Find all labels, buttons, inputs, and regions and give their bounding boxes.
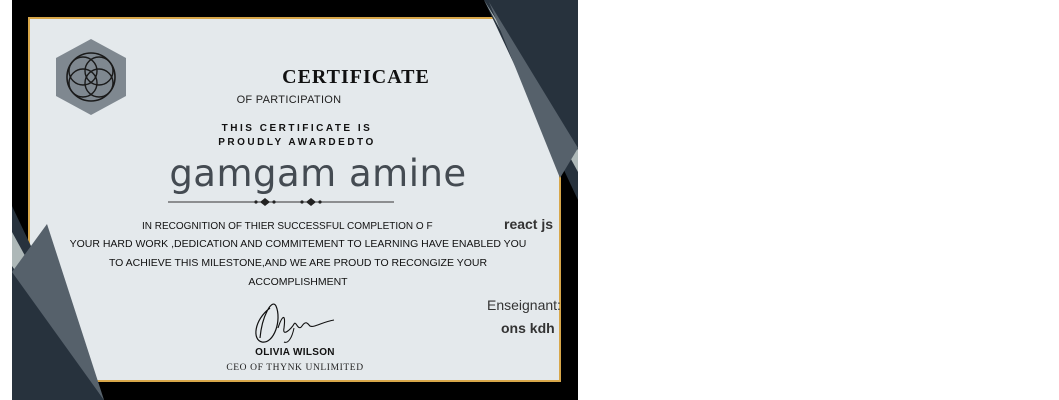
teacher-name: ons kdh xyxy=(501,320,555,336)
signer-name: OLIVIA WILSON xyxy=(255,347,335,358)
awarded-line-2: PROUDLY AWARDEDTO xyxy=(218,137,376,148)
signer-title: CEO OF THYNK UNLIMITED xyxy=(226,363,364,373)
body-text-line-3: ACCOMPLISHMENT xyxy=(248,276,348,288)
recognition-text: IN RECOGNITION OF THIER SUCCESSFUL COMPL… xyxy=(142,221,433,232)
awarded-statement: THIS CERTIFICATE IS PROUDLY AWARDEDTO xyxy=(0,122,594,150)
body-text-line-1: YOUR HARD WORK ,DEDICATION AND COMMITEME… xyxy=(69,238,527,250)
course-name: react js xyxy=(504,216,554,232)
ornamental-divider-icon xyxy=(168,198,394,206)
body-text-line-2: TO ACHIEVE THIS MILESTONE,AND WE ARE PRO… xyxy=(108,257,488,269)
teacher-label: Enseignant: xyxy=(487,297,561,313)
signature-icon xyxy=(255,303,335,343)
recipient-name: gamgam amine xyxy=(169,152,467,195)
awarded-line-1: THIS CERTIFICATE IS xyxy=(221,123,373,134)
certificate-subtitle: OF PARTICIPATION xyxy=(236,94,342,106)
certificate-title: CERTIFICATE xyxy=(282,66,430,88)
